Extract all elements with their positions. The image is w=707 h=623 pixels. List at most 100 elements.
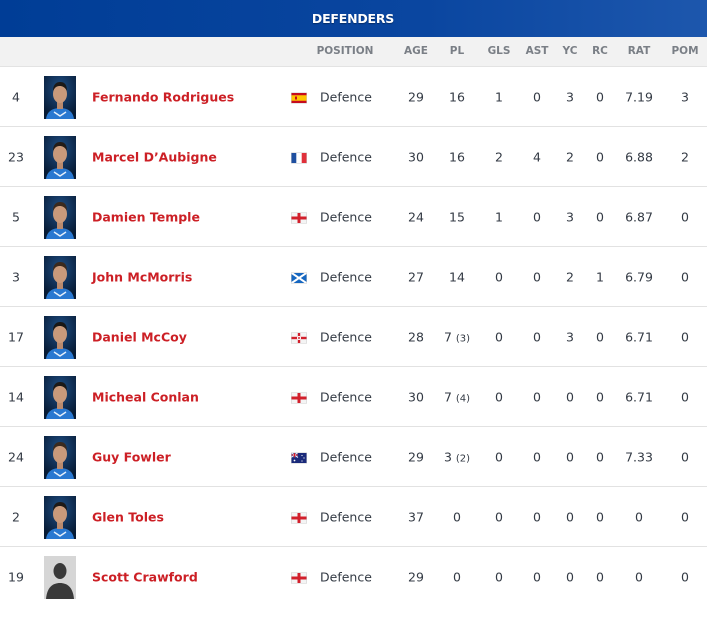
player-name-link[interactable]: Fernando Rodrigues: [92, 89, 234, 104]
player-name-link[interactable]: Glen Toles: [92, 509, 164, 524]
appearances-main: 0: [453, 509, 461, 524]
player-row[interactable]: 14 Micheal Conlan Defence 30 7 (4) 0 0 0…: [0, 367, 707, 427]
scotland-flag-icon: [290, 271, 308, 284]
player-row[interactable]: 19 Scott Crawford Defence 29 0 0 0 0 0 0…: [0, 547, 707, 606]
player-row[interactable]: 3 John McMorris Defence 27 14 0 0 2 1 6.…: [0, 247, 707, 307]
england-flag-icon: [291, 211, 307, 223]
appearances-main: 16: [449, 89, 465, 104]
player-row[interactable]: 23 Marcel D’Aubigne Defence 30 16 2 4 2 …: [0, 127, 707, 187]
player-of-match-value: 3: [681, 89, 689, 104]
age-value: 37: [408, 509, 424, 524]
yellow-cards-value: 2: [566, 149, 574, 164]
age-value: 29: [408, 449, 424, 464]
col-position[interactable]: POSITION: [317, 45, 374, 57]
player-of-match-value: 0: [681, 329, 689, 344]
squad-number: 14: [8, 389, 24, 404]
age-value: 27: [408, 269, 424, 284]
rating-value: 6.88: [625, 149, 653, 164]
red-cards-value: 0: [596, 389, 604, 404]
position-value: Defence: [320, 89, 372, 104]
yellow-cards-value: 0: [566, 449, 574, 464]
player-name-link[interactable]: Guy Fowler: [92, 449, 171, 464]
appearances-value: 16: [449, 149, 465, 164]
spain-flag-icon: [291, 91, 307, 103]
player-row[interactable]: 24 Guy Fowler Defence 29 3 (2) 0 0 0 0 7…: [0, 427, 707, 487]
goals-value: 1: [495, 209, 503, 224]
age-value: 30: [408, 389, 424, 404]
appearances-main: 0: [453, 569, 461, 584]
assists-value: 0: [533, 389, 541, 404]
goals-value: 0: [495, 449, 503, 464]
player-avatar[interactable]: [44, 496, 76, 539]
player-avatar[interactable]: [44, 136, 76, 179]
col-rc[interactable]: RC: [592, 45, 608, 57]
goals-value: 2: [495, 149, 503, 164]
player-of-match-value: 0: [681, 569, 689, 584]
appearances-value: 7 (4): [444, 389, 470, 404]
player-avatar[interactable]: [44, 436, 76, 479]
squad-number: 19: [8, 569, 24, 584]
col-yc[interactable]: YC: [563, 45, 578, 57]
assists-value: 4: [533, 149, 541, 164]
position-value: Defence: [320, 209, 372, 224]
player-row[interactable]: 4 Fernando Rodrigues Defence 29 16 1 0 3…: [0, 67, 707, 127]
red-cards-value: 0: [596, 89, 604, 104]
player-avatar[interactable]: [44, 316, 76, 359]
squad-number: 17: [8, 329, 24, 344]
sub-appearances: (3): [455, 333, 471, 344]
appearances-main: 16: [449, 149, 465, 164]
col-rat[interactable]: RAT: [628, 45, 651, 57]
assists-value: 0: [533, 449, 541, 464]
sub-appearances: (2): [455, 453, 471, 464]
red-cards-value: 0: [596, 149, 604, 164]
player-row[interactable]: 5 Damien Temple Defence 24 15 1 0 3 0 6.…: [0, 187, 707, 247]
sub-appearances: (4): [455, 393, 471, 404]
rating-value: 6.87: [625, 209, 653, 224]
age-value: 29: [408, 89, 424, 104]
player-avatar[interactable]: [44, 256, 76, 299]
squad-number: 5: [12, 209, 20, 224]
appearances-main: 7: [443, 389, 452, 404]
red-cards-value: 0: [596, 329, 604, 344]
player-avatar[interactable]: [44, 76, 76, 119]
yellow-cards-value: 3: [566, 329, 574, 344]
assists-value: 0: [533, 269, 541, 284]
player-name-link[interactable]: Scott Crawford: [92, 569, 198, 584]
player-row[interactable]: 17 Daniel McCoy Defence 28 7 (3) 0 0 3 0…: [0, 307, 707, 367]
col-ast[interactable]: AST: [526, 45, 549, 57]
squad-number: 23: [8, 149, 24, 164]
yellow-cards-value: 0: [566, 569, 574, 584]
red-cards-value: 0: [596, 569, 604, 584]
player-name-link[interactable]: Marcel D’Aubigne: [92, 149, 217, 164]
appearances-main: 7: [443, 329, 452, 344]
player-of-match-value: 2: [681, 149, 689, 164]
squad-number: 24: [8, 449, 24, 464]
appearances-main: 14: [449, 269, 465, 284]
col-gls[interactable]: GLS: [488, 45, 511, 57]
rating-value: 7.19: [625, 89, 653, 104]
england-flag-icon: [291, 511, 307, 523]
goals-value: 0: [495, 509, 503, 524]
australia-flag-icon: [290, 451, 307, 463]
player-name-link[interactable]: John McMorris: [92, 269, 192, 284]
northern-ireland-flag-icon: [291, 331, 307, 343]
player-avatar[interactable]: [44, 376, 76, 419]
england-flag-icon: [291, 391, 307, 403]
player-name-link[interactable]: Micheal Conlan: [92, 389, 199, 404]
player-of-match-value: 0: [681, 389, 689, 404]
position-value: Defence: [320, 509, 372, 524]
player-name-link[interactable]: Damien Temple: [92, 209, 200, 224]
col-pom[interactable]: POM: [671, 45, 698, 57]
player-row[interactable]: 2 Glen Toles Defence 37 0 0 0 0 0 0 0: [0, 487, 707, 547]
goals-value: 0: [495, 329, 503, 344]
avatar-placeholder[interactable]: [44, 556, 76, 599]
player-avatar[interactable]: [44, 196, 76, 239]
age-value: 24: [408, 209, 424, 224]
col-pl[interactable]: PL: [450, 45, 464, 57]
player-name-link[interactable]: Daniel McCoy: [92, 329, 187, 344]
section-title: DEFENDERS: [311, 11, 395, 26]
rating-value: 6.71: [625, 329, 653, 344]
rating-value: 0: [635, 509, 643, 524]
col-age[interactable]: AGE: [404, 45, 428, 57]
assists-value: 0: [533, 209, 541, 224]
